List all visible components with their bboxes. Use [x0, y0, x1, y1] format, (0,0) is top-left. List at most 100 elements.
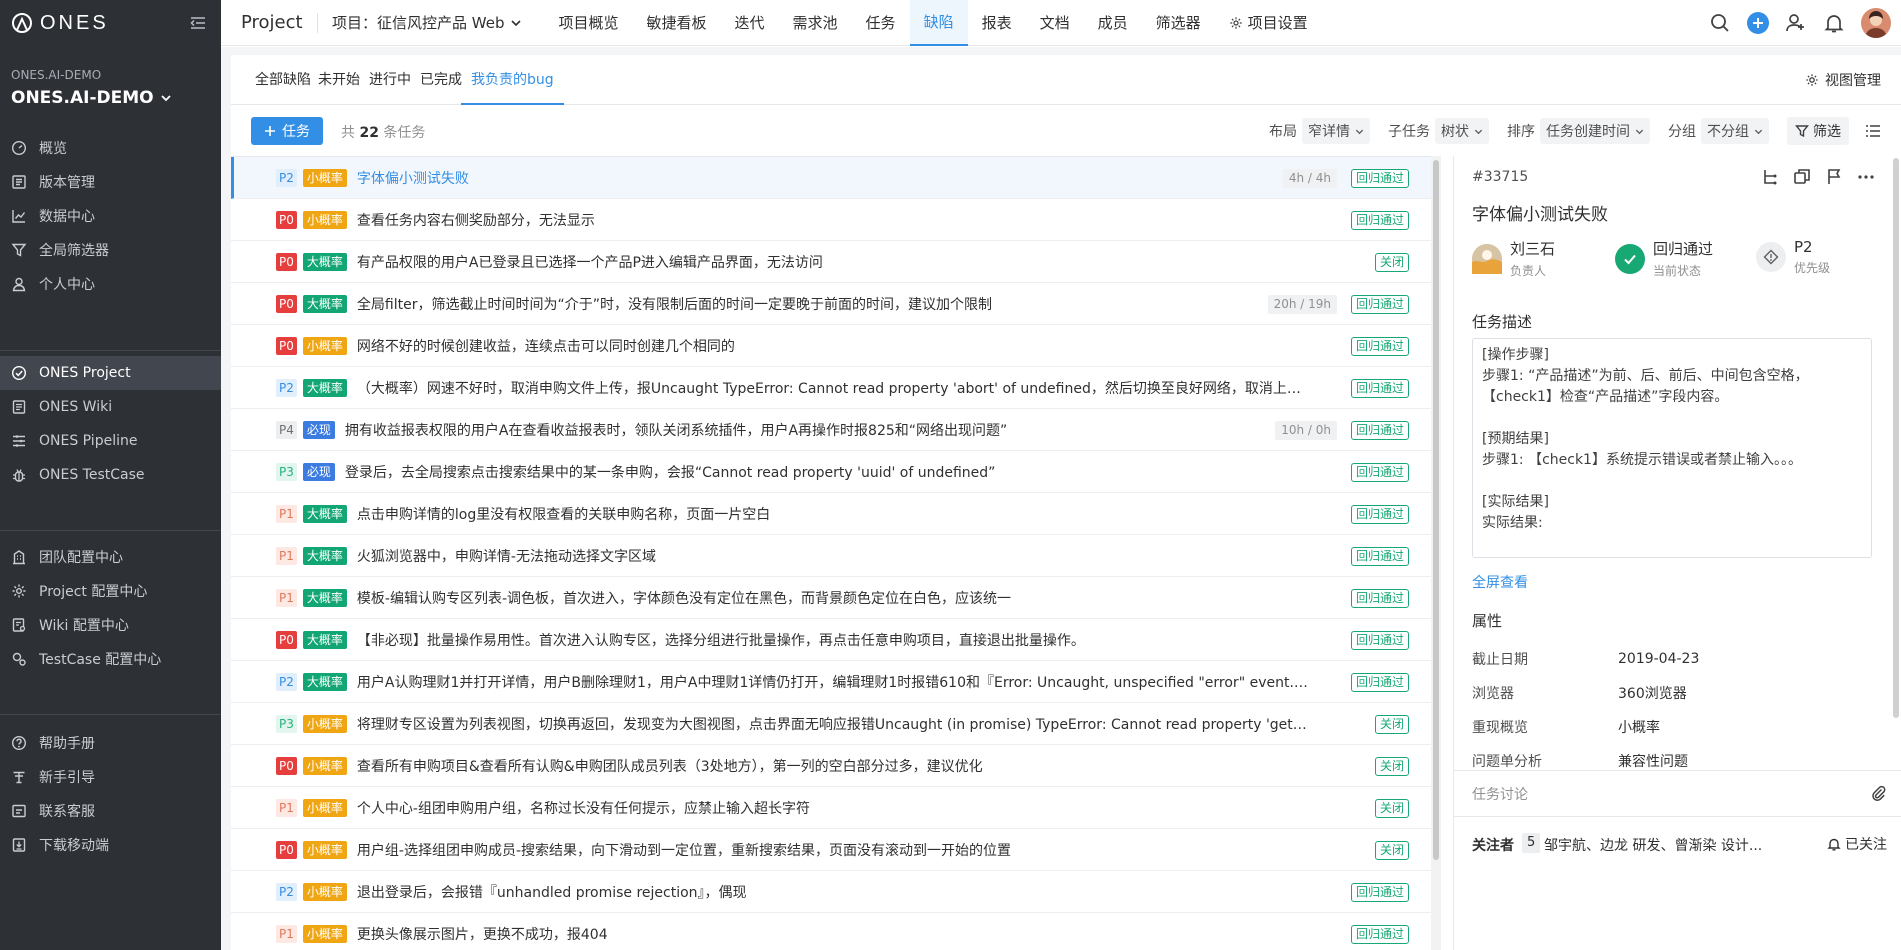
sort-select[interactable]: 任务创建时间	[1540, 118, 1650, 144]
task-row[interactable]: P2 大概率 用户A认购理财1并打开详情，用户B删除理财1，用户A中理财1详情仍打开…	[231, 661, 1431, 703]
task-title-link[interactable]: 字体偏小测试失败	[357, 168, 1221, 188]
project-nav-item[interactable]: 迭代	[721, 0, 779, 46]
task-row[interactable]: P3 必现 登录后，去全局搜索点击搜索结果中的某一条申购，会报“Cannot rea…	[231, 451, 1431, 493]
property-value[interactable]: 兼容性问题	[1618, 751, 1688, 771]
discussion-input[interactable]: 任务讨论	[1454, 770, 1901, 816]
followers-names[interactable]: 邹宇航、边龙 研发、曾渐染 设计...	[1544, 835, 1774, 855]
task-row[interactable]: P0 大概率 有产品权限的用户A已登录且已选择一个产品P进入编辑产品界面，无法访问 关…	[231, 241, 1431, 283]
sidebar-item[interactable]: 下载移动端	[0, 828, 221, 862]
status-badge[interactable]: 关闭	[1374, 253, 1409, 272]
status-badge[interactable]: 回归通过	[1350, 379, 1409, 398]
project-nav-item[interactable]: 需求池	[779, 0, 852, 46]
sidebar-item[interactable]: 团队配置中心	[0, 540, 221, 574]
view-manage-button[interactable]: 视图管理	[1805, 70, 1881, 90]
task-title-link[interactable]: 用户组-选择组团申购成员-搜索结果，向下滑动到一定位置，重新搜索结果，页面没有滚…	[357, 840, 1311, 860]
sidebar-item[interactable]: TestCase 配置中心	[0, 642, 221, 676]
task-row[interactable]: P1 大概率 火狐浏览器中，申购详情-无法拖动选择文字区域 回归通过	[231, 535, 1431, 577]
status-badge[interactable]: 回归通过	[1350, 211, 1409, 230]
view-tab[interactable]: 我负责的bug	[461, 55, 564, 105]
task-title-link[interactable]: 拥有收益报表权限的用户A在查看收益报表时，领队关闭系统插件，用户A再操作时报82…	[345, 420, 1221, 440]
task-title-link[interactable]: 火狐浏览器中，申购详情-无法拖动选择文字区域	[357, 546, 1311, 566]
task-row[interactable]: P0 小概率 查看任务内容右侧奖励部分，无法显示 回归通过	[231, 199, 1431, 241]
status-badge[interactable]: 回归通过	[1350, 883, 1409, 902]
project-nav-item[interactable]: 缺陷	[909, 0, 968, 46]
task-title-link[interactable]: 将理财专区设置为列表视图，切换再返回，发现变为大图视图，点击界面无响应报错Unc…	[357, 714, 1311, 734]
project-nav-item[interactable]: 文档	[1026, 0, 1084, 46]
sidebar-item[interactable]: Wiki 配置中心	[0, 608, 221, 642]
flag-icon[interactable]	[1825, 168, 1843, 186]
status-badge[interactable]: 关闭	[1374, 757, 1409, 776]
task-title-link[interactable]: 登录后，去全局搜索点击搜索结果中的某一条申购，会报“Cannot read pr…	[345, 462, 1311, 482]
status-badge[interactable]: 回归通过	[1350, 631, 1409, 650]
task-list-scrollbar[interactable]	[1431, 156, 1441, 950]
task-row[interactable]: P0 小概率 用户组-选择组团申购成员-搜索结果，向下滑动到一定位置，重新搜索结果，…	[231, 829, 1431, 871]
sidebar-item[interactable]: ONES TestCase	[0, 458, 221, 492]
project-selector[interactable]: 项目：征信风控产品 Web	[332, 12, 522, 33]
task-row[interactable]: P1 大概率 点击申购详情的log里没有权限查看的关联申购名称，页面一片空白 回归通过	[231, 493, 1431, 535]
task-row[interactable]: P1 小概率 更换头像展示图片，更换不成功，报404 回归通过	[231, 913, 1431, 950]
status-badge[interactable]: 关闭	[1374, 841, 1409, 860]
task-row[interactable]: P0 大概率 全局filter，筛选截止时间时间为“介于”时，没有限制后面的时间一定…	[231, 283, 1431, 325]
project-nav-item[interactable]: 成员	[1084, 0, 1142, 46]
description-editor[interactable]: [操作步骤] 步骤1: “产品描述”为前、后、前后、中间包含空格，【check1…	[1472, 338, 1872, 558]
ones-logo[interactable]: ONES	[10, 10, 109, 36]
project-nav-item[interactable]: 筛选器	[1142, 0, 1215, 46]
property-value[interactable]: 小概率	[1618, 717, 1660, 737]
task-title-link[interactable]: 模板-编辑认购专区列表-调色板，首次进入，字体颜色没有定位在黑色，而背景颜色定位…	[357, 588, 1311, 608]
task-title-link[interactable]: 查看所有申购项目&查看所有认购&申购团队成员列表（3处地方），第一列的空白部分过…	[357, 756, 1311, 776]
scrollbar-thumb[interactable]	[1433, 160, 1439, 860]
status-badge[interactable]: 关闭	[1374, 799, 1409, 818]
task-title-link[interactable]: 【非必现】批量操作易用性。首次进入认购专区，选择分组进行批量操作，再点击任意申购…	[357, 630, 1311, 650]
copy-icon[interactable]	[1793, 168, 1811, 186]
status-badge[interactable]: 回归通过	[1350, 295, 1409, 314]
task-row[interactable]: P2 小概率 字体偏小测试失败 4h / 4h 回归通过	[231, 157, 1431, 199]
sidebar-item[interactable]: 版本管理	[0, 165, 221, 199]
follow-button[interactable]: 已关注	[1827, 834, 1887, 854]
user-avatar[interactable]	[1861, 8, 1891, 38]
attachment-icon[interactable]	[1869, 784, 1887, 802]
project-nav-item[interactable]: 敏捷看板	[633, 0, 721, 46]
assignee-field[interactable]: 刘三石 负责人	[1472, 238, 1555, 279]
group-select[interactable]: 不分组	[1701, 118, 1769, 144]
status-badge[interactable]: 回归通过	[1350, 463, 1409, 482]
status-badge[interactable]: 回归通过	[1350, 673, 1409, 692]
sidebar-item[interactable]: 帮助手册	[0, 726, 221, 760]
add-task-button[interactable]: 任务	[251, 117, 323, 145]
property-value[interactable]: 2019-04-23	[1618, 651, 1699, 667]
list-view-icon[interactable]	[1859, 117, 1887, 145]
create-plus-icon[interactable]	[1747, 12, 1769, 34]
subtask-select[interactable]: 树状	[1435, 118, 1489, 144]
task-title-link[interactable]: 用户A认购理财1并打开详情，用户B删除理财1，用户A中理财1详情仍打开，编辑理财…	[357, 672, 1311, 692]
project-nav-item[interactable]: 任务	[852, 0, 910, 46]
task-title-link[interactable]: 有产品权限的用户A已登录且已选择一个产品P进入编辑产品界面，无法访问	[357, 252, 1311, 272]
task-row[interactable]: P2 小概率 退出登录后，会报错『unhandled promise rejecti…	[231, 871, 1431, 913]
sidebar-item[interactable]: 联系客服	[0, 794, 221, 828]
task-title-link[interactable]: 个人中心-组团申购用户组，名称过长没有任何提示，应禁止输入超长字符	[357, 798, 1311, 818]
add-member-icon[interactable]	[1785, 12, 1807, 34]
status-badge[interactable]: 回归通过	[1350, 925, 1409, 944]
task-title[interactable]: 字体偏小测试失败	[1472, 200, 1608, 225]
search-icon[interactable]	[1709, 12, 1731, 34]
sidebar-item[interactable]: 数据中心	[0, 199, 221, 233]
status-field[interactable]: 回归通过 当前状态	[1615, 238, 1713, 279]
sidebar-item[interactable]: ONES Wiki	[0, 390, 221, 424]
task-row[interactable]: P4 必现 拥有收益报表权限的用户A在查看收益报表时，领队关闭系统插件，用户A再操作…	[231, 409, 1431, 451]
more-icon[interactable]	[1857, 168, 1875, 186]
sidebar-item[interactable]: 全局筛选器	[0, 233, 221, 267]
status-badge[interactable]: 回归通过	[1350, 337, 1409, 356]
task-row[interactable]: P2 大概率 （大概率）网速不好时，取消申购文件上传，报Uncaught TypeE…	[231, 367, 1431, 409]
project-nav-item[interactable]: 报表	[968, 0, 1026, 46]
task-title-link[interactable]: 更换头像展示图片，更换不成功，报404	[357, 924, 1311, 944]
sidebar-item[interactable]: 新手引导	[0, 760, 221, 794]
task-title-link[interactable]: 网络不好的时候创建收益，连续点击可以同时创建几个相同的	[357, 336, 1311, 356]
task-row[interactable]: P1 大概率 模板-编辑认购专区列表-调色板，首次进入，字体颜色没有定位在黑色，而背…	[231, 577, 1431, 619]
task-title-link[interactable]: 退出登录后，会报错『unhandled promise rejection』，偶…	[357, 882, 1311, 902]
property-value[interactable]: 360浏览器	[1618, 683, 1687, 703]
task-title-link[interactable]: 查看任务内容右侧奖励部分，无法显示	[357, 210, 1311, 230]
status-badge[interactable]: 回归通过	[1350, 505, 1409, 524]
scrollbar-thumb[interactable]	[1893, 158, 1899, 718]
status-badge[interactable]: 回归通过	[1350, 421, 1409, 440]
task-title-link[interactable]: 点击申购详情的log里没有权限查看的关联申购名称，页面一片空白	[357, 504, 1311, 524]
sidebar-item[interactable]: ONES Project	[0, 356, 221, 390]
task-row[interactable]: P0 大概率 【非必现】批量操作易用性。首次进入认购专区，选择分组进行批量操作，再点…	[231, 619, 1431, 661]
